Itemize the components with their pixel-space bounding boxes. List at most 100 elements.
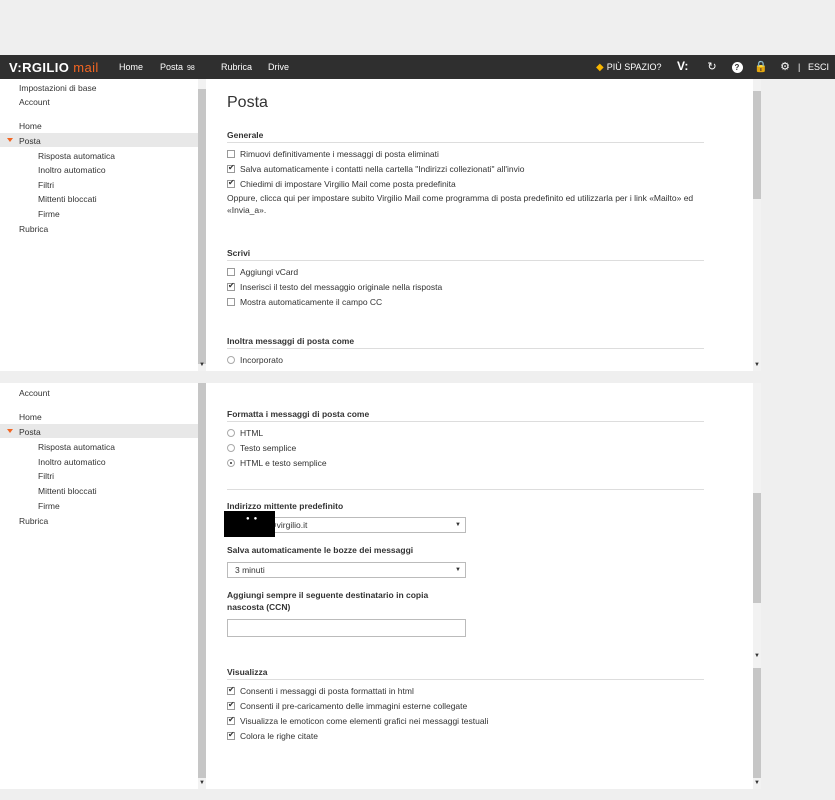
checkbox-checked[interactable] xyxy=(227,281,235,291)
section-title-scrivi: Scrivi xyxy=(227,248,251,258)
radio[interactable] xyxy=(227,356,235,364)
more-space-link[interactable]: ◆ PIÙ SPAZIO? xyxy=(596,62,662,73)
checkbox-checked[interactable] xyxy=(227,178,235,188)
checkbox[interactable] xyxy=(227,268,235,276)
scroll-down-arrow-icon[interactable]: ▼ xyxy=(754,653,760,659)
sidebar-item-account[interactable]: Account xyxy=(19,97,50,107)
option-label: Colora le righe citate xyxy=(240,731,318,741)
sidebar-item-mittenti-bloccati[interactable]: Mittenti bloccati xyxy=(38,194,97,204)
option-label: Rimuovi definitivamente i messaggi di po… xyxy=(240,149,439,159)
option-incorporato[interactable]: Incorporato xyxy=(227,355,283,365)
caret-down-icon[interactable] xyxy=(7,138,13,142)
sidebar-item-risposta-automatica[interactable]: Risposta automatica xyxy=(38,442,115,452)
scroll-down-arrow-icon[interactable]: ▼ xyxy=(199,780,205,786)
label-indirizzo-mittente: Indirizzo mittente predefinito xyxy=(227,501,344,511)
checkbox[interactable] xyxy=(227,298,235,306)
sidebar-item-filtri[interactable]: Filtri xyxy=(38,180,54,190)
option-label: HTML xyxy=(240,428,264,438)
divider xyxy=(227,421,704,422)
checkbox-checked[interactable] xyxy=(227,715,235,725)
logout-button[interactable]: ESCI xyxy=(808,62,829,72)
main-scroll-thumb-lower[interactable] xyxy=(753,668,761,778)
main-scroll-thumb[interactable] xyxy=(753,493,761,603)
redacted-block: ●● xyxy=(224,511,275,537)
sidebar-item-rubrica[interactable]: Rubrica xyxy=(19,516,48,526)
option-testo-semplice[interactable]: Testo semplice xyxy=(227,443,296,453)
dropdown-arrow-icon: ▼ xyxy=(455,522,461,528)
sidebar-item-inoltro-automatico[interactable]: Inoltro automatico xyxy=(38,165,106,175)
checkbox-checked[interactable] xyxy=(227,163,235,173)
option-salva-contatti[interactable]: Salva automaticamente i contatti nella c… xyxy=(227,163,525,174)
option-label: Inserisci il testo del messaggio origina… xyxy=(240,282,443,292)
mailto-info-text[interactable]: Oppure, clicca qui per impostare subito … xyxy=(227,192,707,216)
option-rimuovi-definitivamente[interactable]: Rimuovi definitivamente i messaggi di po… xyxy=(227,149,439,159)
settings-panel-top: Impostazioni di base Account Home Posta … xyxy=(0,79,835,371)
radio-selected[interactable] xyxy=(227,459,235,467)
option-precaricamento-immagini[interactable]: Consenti il pre-caricamento delle immagi… xyxy=(227,700,467,711)
sidebar-item-firme[interactable]: Firme xyxy=(38,501,60,511)
scroll-down-arrow-icon[interactable]: ▼ xyxy=(754,362,760,368)
label-bozze: Salva automaticamente le bozze dei messa… xyxy=(227,545,414,555)
ccn-input[interactable] xyxy=(227,619,466,637)
option-label: Mostra automaticamente il campo CC xyxy=(240,297,383,307)
nav-rubrica[interactable]: Rubrica xyxy=(221,62,252,72)
sidebar-item-posta[interactable]: Posta xyxy=(19,136,41,146)
divider xyxy=(227,489,704,490)
settings-sidebar: Impostazioni di base Account Home Posta … xyxy=(0,79,206,371)
sidebar-scroll-thumb[interactable] xyxy=(198,89,206,364)
checkbox-checked[interactable] xyxy=(227,700,235,710)
lock-icon[interactable]: 🔒 xyxy=(754,60,768,74)
option-posta-predefinita[interactable]: Chiedimi di impostare Virgilio Mail come… xyxy=(227,178,456,189)
sidebar-item-inoltro-automatico[interactable]: Inoltro automatico xyxy=(38,457,106,467)
option-html-formattati[interactable]: Consenti i messaggi di posta formattati … xyxy=(227,685,414,696)
sidebar-scroll-thumb[interactable] xyxy=(198,383,206,778)
sidebar-item-posta[interactable]: Posta xyxy=(19,427,41,437)
nav-drive[interactable]: Drive xyxy=(268,62,289,72)
label-ccn: Aggiungi sempre il seguente destinatario… xyxy=(227,590,429,612)
sidebar-item-firme[interactable]: Firme xyxy=(38,209,60,219)
option-inserisci-testo-originale[interactable]: Inserisci il testo del messaggio origina… xyxy=(227,281,443,292)
page-title: Posta xyxy=(227,94,268,111)
option-label: HTML e testo semplice xyxy=(240,458,327,468)
checkbox[interactable] xyxy=(227,150,235,158)
option-html-e-testo[interactable]: HTML e testo semplice xyxy=(227,458,327,468)
option-label: Salva automaticamente i contatti nella c… xyxy=(240,164,525,174)
unread-badge: 98 xyxy=(187,65,195,72)
drafts-autosave-select[interactable]: 3 minuti ▼ xyxy=(227,562,466,578)
sidebar-item-risposta-automatica[interactable]: Risposta automatica xyxy=(38,151,115,161)
option-colora-righe[interactable]: Colora le righe citate xyxy=(227,730,318,741)
virgilio-mail-logo[interactable]: V:RGILIO mail xyxy=(9,60,99,75)
sidebar-item-mittenti-bloccati[interactable]: Mittenti bloccati xyxy=(38,486,97,496)
option-label: Incorporato xyxy=(240,355,283,365)
scroll-down-arrow-icon[interactable]: ▼ xyxy=(199,362,205,368)
sidebar-item-home[interactable]: Home xyxy=(19,121,42,131)
sidebar-item-filtri[interactable]: Filtri xyxy=(38,471,54,481)
sidebar-item-rubrica[interactable]: Rubrica xyxy=(19,224,48,234)
section-title-visualizza: Visualizza xyxy=(227,667,268,677)
checkbox-checked[interactable] xyxy=(227,730,235,740)
divider xyxy=(227,142,704,143)
option-mostra-campo-cc[interactable]: Mostra automaticamente il campo CC xyxy=(227,297,382,307)
refresh-icon[interactable]: ↻ xyxy=(705,60,719,74)
gear-icon[interactable]: ⚙ xyxy=(778,60,792,74)
radio[interactable] xyxy=(227,444,235,452)
vi-icon[interactable]: V: xyxy=(677,59,688,73)
nav-home[interactable]: Home xyxy=(119,62,143,72)
option-aggiungi-vcard[interactable]: Aggiungi vCard xyxy=(227,267,298,277)
option-html[interactable]: HTML xyxy=(227,428,263,438)
main-scroll-thumb[interactable] xyxy=(753,91,761,199)
sidebar-item-home[interactable]: Home xyxy=(19,412,42,422)
nav-posta[interactable]: Posta 98 xyxy=(160,62,195,72)
scroll-down-arrow-icon[interactable]: ▼ xyxy=(754,780,760,786)
sidebar-item-impostazioni-base[interactable]: Impostazioni di base xyxy=(19,83,97,93)
help-icon[interactable]: ? xyxy=(730,60,744,74)
divider xyxy=(227,679,704,680)
radio[interactable] xyxy=(227,429,235,437)
right-gutter xyxy=(761,79,835,371)
sidebar-item-account[interactable]: Account xyxy=(19,388,50,398)
settings-content: Posta Generale Rimuovi definitivamente i… xyxy=(207,79,753,371)
caret-down-icon[interactable] xyxy=(7,429,13,433)
separator: | xyxy=(798,62,801,72)
checkbox-checked[interactable] xyxy=(227,685,235,695)
option-emoticon[interactable]: Visualizza le emoticon come elementi gra… xyxy=(227,715,488,726)
